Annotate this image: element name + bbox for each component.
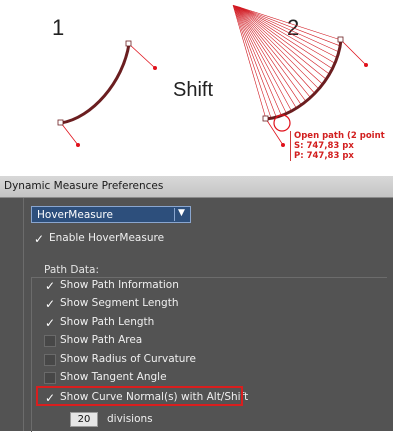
path-option-label: Show Tangent Angle — [60, 371, 167, 383]
panel-title: Dynamic Measure Preferences — [4, 180, 164, 192]
handle-line — [340, 39, 367, 66]
path-option-label: Show Path Area — [60, 334, 143, 346]
anchor-point — [262, 115, 269, 122]
handle-point — [76, 143, 80, 147]
enable-hovermeasure-checkbox[interactable]: ✓ — [33, 233, 45, 245]
divisions-input[interactable]: 20 — [70, 412, 98, 427]
path-option-checkbox[interactable] — [44, 372, 56, 384]
path-option-checkbox[interactable] — [44, 354, 56, 366]
handle-point — [364, 63, 368, 67]
handle-line — [60, 122, 79, 146]
curve-path — [60, 43, 131, 125]
handle-point — [153, 66, 157, 70]
anchor-point — [337, 36, 344, 43]
curve-1 — [57, 40, 157, 147]
curve-normal-line — [235, 5, 307, 102]
curve-normals — [232, 4, 342, 120]
curve-normal-line — [238, 6, 342, 41]
chevron-down-icon[interactable]: ▼ — [178, 208, 185, 218]
curve-normal-line — [238, 6, 341, 47]
path-info-segment: S: 747,83 px — [294, 141, 354, 151]
path-option-label: Show Path Length — [60, 316, 155, 328]
divisions-label: divisions — [107, 413, 153, 425]
path-option-label: Show Path Information — [60, 279, 179, 291]
cursor-circle — [273, 114, 291, 132]
curve-normal-line — [233, 5, 282, 116]
dropdown-separator — [174, 208, 175, 221]
handle-line — [128, 43, 156, 69]
path-option-checkbox[interactable]: ✓ — [44, 317, 56, 329]
path-option-label: Show Segment Length — [60, 297, 179, 309]
path-info-tooltip: Open path (2 point S: 747,83 px P: 747,8… — [290, 131, 385, 161]
highlight-box — [36, 386, 243, 406]
path-option-checkbox[interactable]: ✓ — [44, 298, 56, 310]
path-option-checkbox[interactable]: ✓ — [44, 280, 56, 292]
curve-2 — [232, 4, 368, 147]
path-option-label: Show Radius of Curvature — [60, 353, 196, 365]
path-option-checkbox[interactable] — [44, 335, 56, 347]
measure-mode-dropdown[interactable]: HoverMeasure ▼ — [31, 206, 191, 223]
handle-point — [281, 143, 285, 147]
anchor-point — [125, 40, 132, 47]
curve-normal-line — [233, 5, 277, 118]
path-info-title: Open path (2 point — [294, 131, 385, 141]
curve-normal-line — [234, 5, 302, 106]
dropdown-value: HoverMeasure — [37, 209, 113, 221]
panel-titlebar: Dynamic Measure Preferences — [0, 176, 393, 198]
enable-hovermeasure-label: Enable HoverMeasure — [49, 232, 165, 244]
path-data-group-label: Path Data: — [44, 264, 100, 276]
anchor-point — [57, 119, 64, 126]
path-info-length: P: 747,83 px — [294, 151, 354, 161]
illustration-area: 1 2 Shift Open path (2 point S: 747,83 p… — [0, 0, 393, 176]
